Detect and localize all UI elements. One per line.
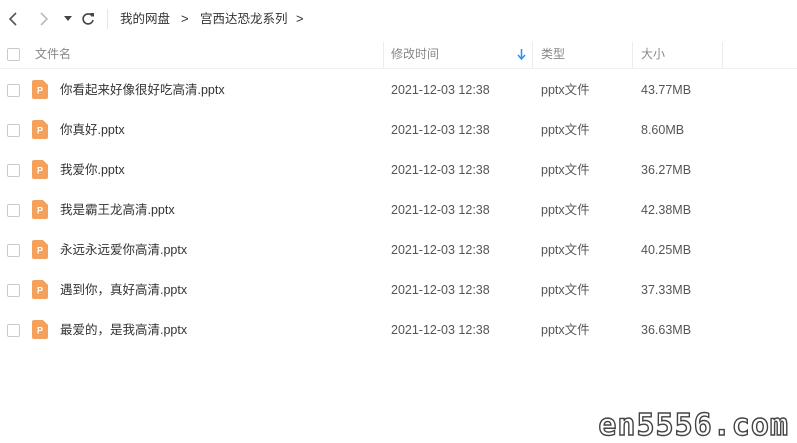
file-modified: 2021-12-03 12:38 bbox=[391, 203, 490, 217]
file-size: 37.33MB bbox=[641, 283, 692, 297]
file-size: 36.63MB bbox=[641, 323, 692, 337]
file-modified: 2021-12-03 12:38 bbox=[391, 283, 490, 297]
ppt-file-icon: P bbox=[32, 200, 48, 219]
file-type: pptx文件 bbox=[541, 323, 590, 337]
file-modified: 2021-12-03 12:38 bbox=[391, 83, 490, 97]
file-type: pptx文件 bbox=[541, 83, 590, 97]
column-divider[interactable] bbox=[722, 42, 723, 68]
column-header-type[interactable]: 类型 bbox=[541, 40, 565, 69]
back-button[interactable] bbox=[4, 9, 24, 29]
file-modified: 2021-12-03 12:38 bbox=[391, 163, 490, 177]
column-divider[interactable] bbox=[632, 42, 633, 68]
file-row[interactable]: P 你看起来好像很好吃高清.pptx 2021-12-03 12:38 pptx… bbox=[0, 70, 797, 110]
file-name[interactable]: 你看起来好像很好吃高清.pptx bbox=[60, 70, 225, 110]
chevron-left-icon bbox=[8, 12, 17, 26]
svg-text:P: P bbox=[37, 86, 43, 96]
row-checkbox[interactable] bbox=[7, 84, 20, 97]
file-type: pptx文件 bbox=[541, 283, 590, 297]
toolbar-divider bbox=[107, 9, 108, 29]
file-size: 8.60MB bbox=[641, 123, 685, 137]
refresh-icon bbox=[82, 13, 94, 25]
column-divider[interactable] bbox=[532, 42, 533, 68]
file-row[interactable]: P 我爱你.pptx 2021-12-03 12:38 pptx文件 36.27… bbox=[0, 150, 797, 190]
file-size: 42.38MB bbox=[641, 203, 692, 217]
svg-text:P: P bbox=[37, 326, 43, 336]
svg-text:P: P bbox=[37, 246, 43, 256]
row-checkbox[interactable] bbox=[7, 124, 20, 137]
caret-down-icon bbox=[64, 16, 72, 21]
file-name[interactable]: 最爱的，是我高清.pptx bbox=[60, 310, 187, 350]
file-name[interactable]: 我是霸王龙高清.pptx bbox=[60, 190, 175, 230]
select-all-checkbox[interactable] bbox=[7, 48, 20, 61]
file-list-header: 文件名 修改时间 类型 大小 bbox=[0, 40, 797, 69]
ppt-file-icon: P bbox=[32, 280, 48, 299]
column-header-name[interactable]: 文件名 bbox=[35, 40, 71, 69]
column-divider[interactable] bbox=[383, 42, 384, 68]
site-watermark: en5556.com bbox=[598, 408, 789, 443]
file-size: 40.25MB bbox=[641, 243, 692, 257]
navigation-toolbar: 我的网盘 > 宫西达恐龙系列 > bbox=[0, 0, 797, 38]
breadcrumb-my-drive[interactable]: 我的网盘 bbox=[120, 12, 170, 26]
file-type: pptx文件 bbox=[541, 123, 590, 137]
column-header-size[interactable]: 大小 bbox=[641, 40, 665, 69]
file-row[interactable]: P 遇到你，真好高清.pptx 2021-12-03 12:38 pptx文件 … bbox=[0, 270, 797, 310]
history-dropdown-button[interactable] bbox=[58, 9, 78, 29]
file-name[interactable]: 你真好.pptx bbox=[60, 110, 125, 150]
row-checkbox[interactable] bbox=[7, 164, 20, 177]
file-modified: 2021-12-03 12:38 bbox=[391, 243, 490, 257]
ppt-file-icon: P bbox=[32, 240, 48, 259]
file-name[interactable]: 永远永远爱你高清.pptx bbox=[60, 230, 187, 270]
file-modified: 2021-12-03 12:38 bbox=[391, 123, 490, 137]
svg-text:P: P bbox=[37, 286, 43, 296]
forward-button[interactable] bbox=[34, 9, 54, 29]
file-type: pptx文件 bbox=[541, 203, 590, 217]
refresh-button[interactable] bbox=[78, 9, 98, 29]
svg-text:P: P bbox=[37, 166, 43, 176]
file-modified: 2021-12-03 12:38 bbox=[391, 323, 490, 337]
ppt-file-icon: P bbox=[32, 160, 48, 179]
file-type: pptx文件 bbox=[541, 163, 590, 177]
breadcrumb-separator: > bbox=[181, 11, 189, 26]
file-name[interactable]: 遇到你，真好高清.pptx bbox=[60, 270, 187, 310]
ppt-file-icon: P bbox=[32, 320, 48, 339]
svg-text:P: P bbox=[37, 206, 43, 216]
svg-text:P: P bbox=[37, 126, 43, 136]
breadcrumb-separator: > bbox=[296, 11, 304, 26]
ppt-file-icon: P bbox=[32, 80, 48, 99]
file-type: pptx文件 bbox=[541, 243, 590, 257]
breadcrumb-current-folder[interactable]: 宫西达恐龙系列 bbox=[200, 12, 288, 26]
file-row[interactable]: P 最爱的，是我高清.pptx 2021-12-03 12:38 pptx文件 … bbox=[0, 310, 797, 350]
file-row[interactable]: P 永远永远爱你高清.pptx 2021-12-03 12:38 pptx文件 … bbox=[0, 230, 797, 270]
row-checkbox[interactable] bbox=[7, 284, 20, 297]
row-checkbox[interactable] bbox=[7, 204, 20, 217]
sort-down-arrow-icon[interactable] bbox=[517, 49, 526, 60]
file-size: 43.77MB bbox=[641, 83, 692, 97]
row-checkbox[interactable] bbox=[7, 324, 20, 337]
chevron-right-icon bbox=[40, 12, 49, 26]
row-checkbox[interactable] bbox=[7, 244, 20, 257]
file-row[interactable]: P 你真好.pptx 2021-12-03 12:38 pptx文件 8.60M… bbox=[0, 110, 797, 150]
file-size: 36.27MB bbox=[641, 163, 692, 177]
column-header-modified[interactable]: 修改时间 bbox=[391, 40, 439, 69]
file-name[interactable]: 我爱你.pptx bbox=[60, 150, 125, 190]
file-row[interactable]: P 我是霸王龙高清.pptx 2021-12-03 12:38 pptx文件 4… bbox=[0, 190, 797, 230]
ppt-file-icon: P bbox=[32, 120, 48, 139]
